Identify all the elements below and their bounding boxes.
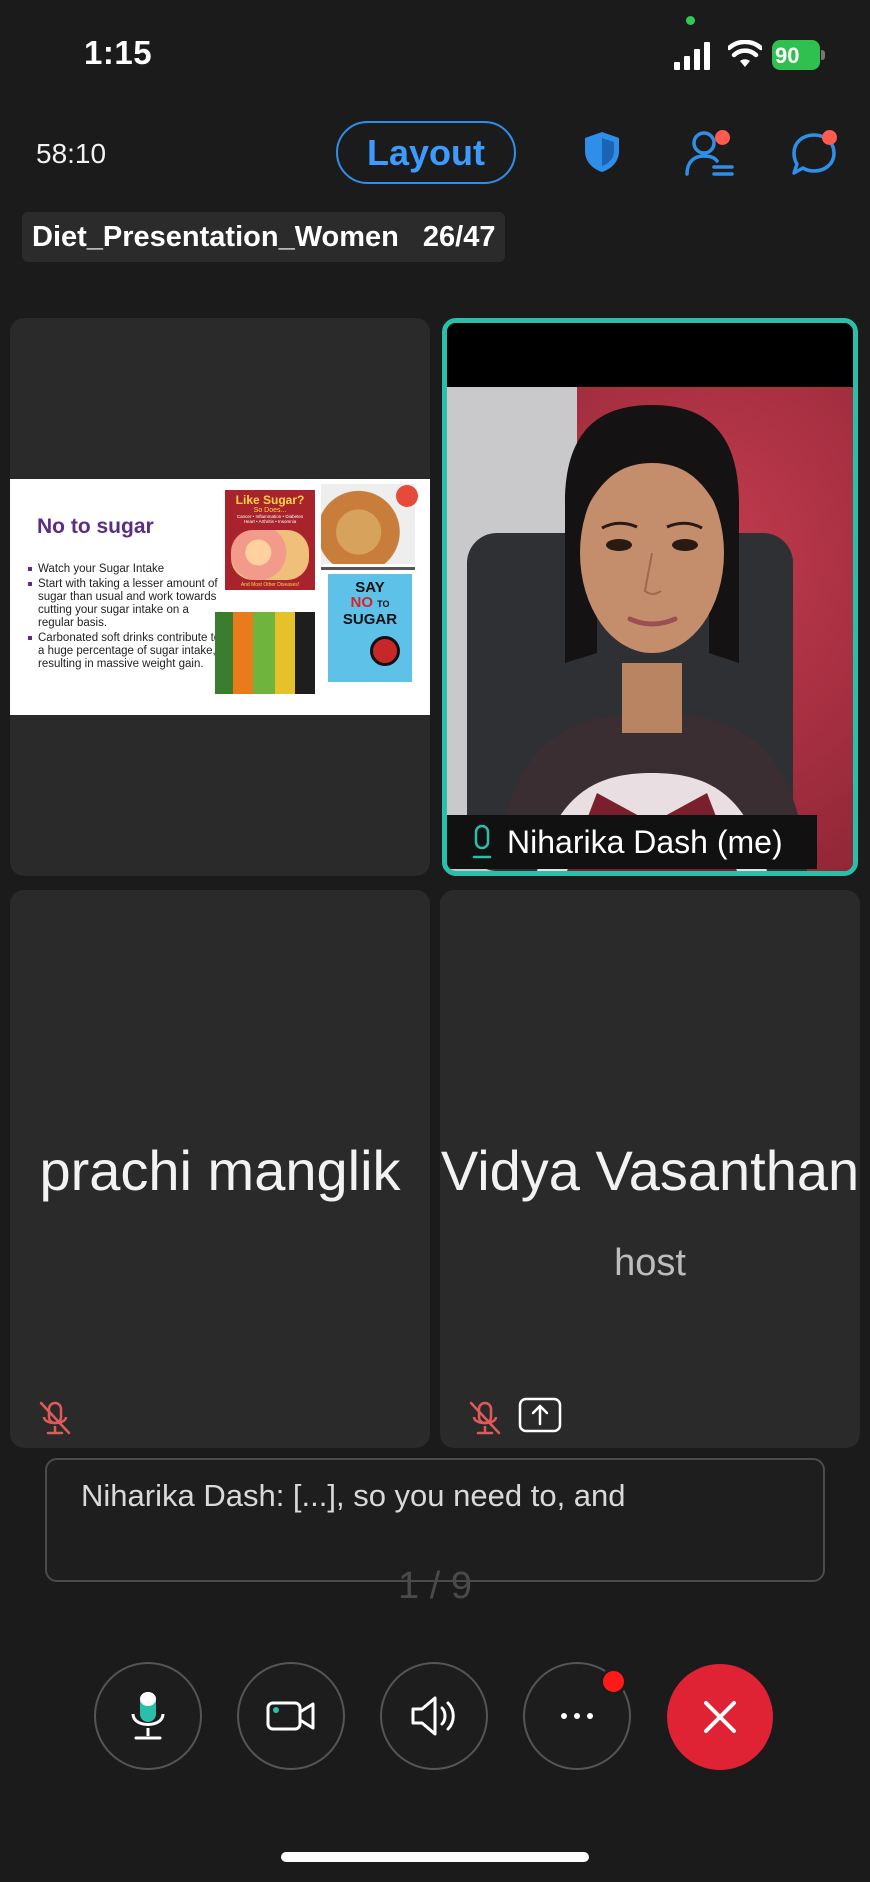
participant-name: Vidya Vasanthan: [440, 1139, 860, 1202]
speaker-icon: [411, 1696, 455, 1736]
self-video-feed: [447, 323, 853, 871]
live-caption-box: Niharika Dash: [...], so you need to, an…: [45, 1458, 825, 1582]
video-button[interactable]: [237, 1662, 345, 1770]
participant-tile-vidya[interactable]: Vidya Vasanthan host: [440, 890, 860, 1448]
battery-level: 90: [775, 43, 800, 68]
to-text: TO: [377, 599, 390, 609]
caption-page-indicator: 1 / 9: [398, 1565, 472, 1607]
video-camera-icon: [266, 1701, 315, 1731]
muted-microphone-icon: [39, 1401, 71, 1435]
microphone-button[interactable]: [94, 1662, 202, 1770]
more-options-notification-badge: [600, 1668, 627, 1695]
so-does-text: So Does...: [253, 507, 287, 514]
slide-bullets: Watch your Sugar Intake Start with takin…: [28, 563, 224, 673]
slide-bullet: Start with taking a lesser amount of sug…: [28, 578, 224, 630]
chat-notification-badge: [822, 130, 837, 145]
caption-text: Niharika Dash: [...], so you need to, an…: [81, 1478, 626, 1513]
other-diseases-text: And Most Other Diseases!: [240, 582, 300, 588]
more-dots-icon: [561, 1713, 593, 1719]
like-sugar-text: Like Sugar?: [235, 493, 305, 507]
self-video-tile[interactable]: Niharika Dash (me): [442, 318, 858, 876]
self-participant-name: Niharika Dash (me): [507, 823, 783, 860]
microphone-on-icon: [472, 824, 492, 859]
presentation-page: 26/47: [422, 220, 496, 253]
sugar-text: SUGAR: [342, 611, 398, 628]
security-shield-icon[interactable]: [579, 129, 625, 175]
meeting-timer: 58:10: [36, 138, 107, 169]
apple-logo-icon: [396, 485, 418, 507]
cellular-signal-icon: [674, 42, 710, 70]
close-icon: [704, 1701, 736, 1733]
like-sugar-image: Like Sugar? So Does... Cancer • Inflamma…: [225, 490, 315, 590]
home-indicator[interactable]: [281, 1852, 589, 1862]
end-call-button[interactable]: [667, 1664, 773, 1770]
self-name-bar: Niharika Dash (me): [447, 815, 817, 869]
screen-share-icon: [518, 1397, 562, 1433]
no-text: NO: [350, 594, 373, 611]
participant-tile-prachi[interactable]: prachi manglik: [10, 890, 430, 1448]
participants-notification-badge: [715, 130, 730, 145]
presentation-tag: Diet_Presentation_Women 26/47: [22, 212, 506, 262]
slide-title: No to sugar: [37, 515, 154, 538]
wifi-icon: [728, 40, 762, 67]
diseases-text: Cancer • Inflammation • Diabetes Heart •…: [236, 514, 304, 524]
status-time: 1:15: [84, 34, 153, 71]
camera-in-use-indicator: [686, 16, 695, 25]
soft-drinks-image: [215, 612, 315, 694]
layout-button[interactable]: Layout: [336, 121, 516, 184]
audio-speaker-button[interactable]: [380, 1662, 488, 1770]
microphone-icon: [131, 1692, 165, 1740]
slide-bullet: Carbonated soft drinks contribute to a h…: [28, 632, 224, 671]
muted-microphone-icon: [469, 1401, 501, 1435]
battery-icon: 90: [772, 40, 826, 70]
presentation-name: Diet_Presentation_Women: [32, 220, 399, 253]
participant-name: prachi manglik: [39, 1139, 401, 1202]
slide-bullet: Watch your Sugar Intake: [28, 563, 224, 576]
shared-slide: No to sugar Watch your Sugar Intake Star…: [10, 479, 430, 715]
say-text: SAY: [355, 579, 385, 596]
say-no-to-sugar-image: SAY NO TO SUGAR: [328, 574, 412, 682]
host-role-label: host: [614, 1242, 686, 1284]
